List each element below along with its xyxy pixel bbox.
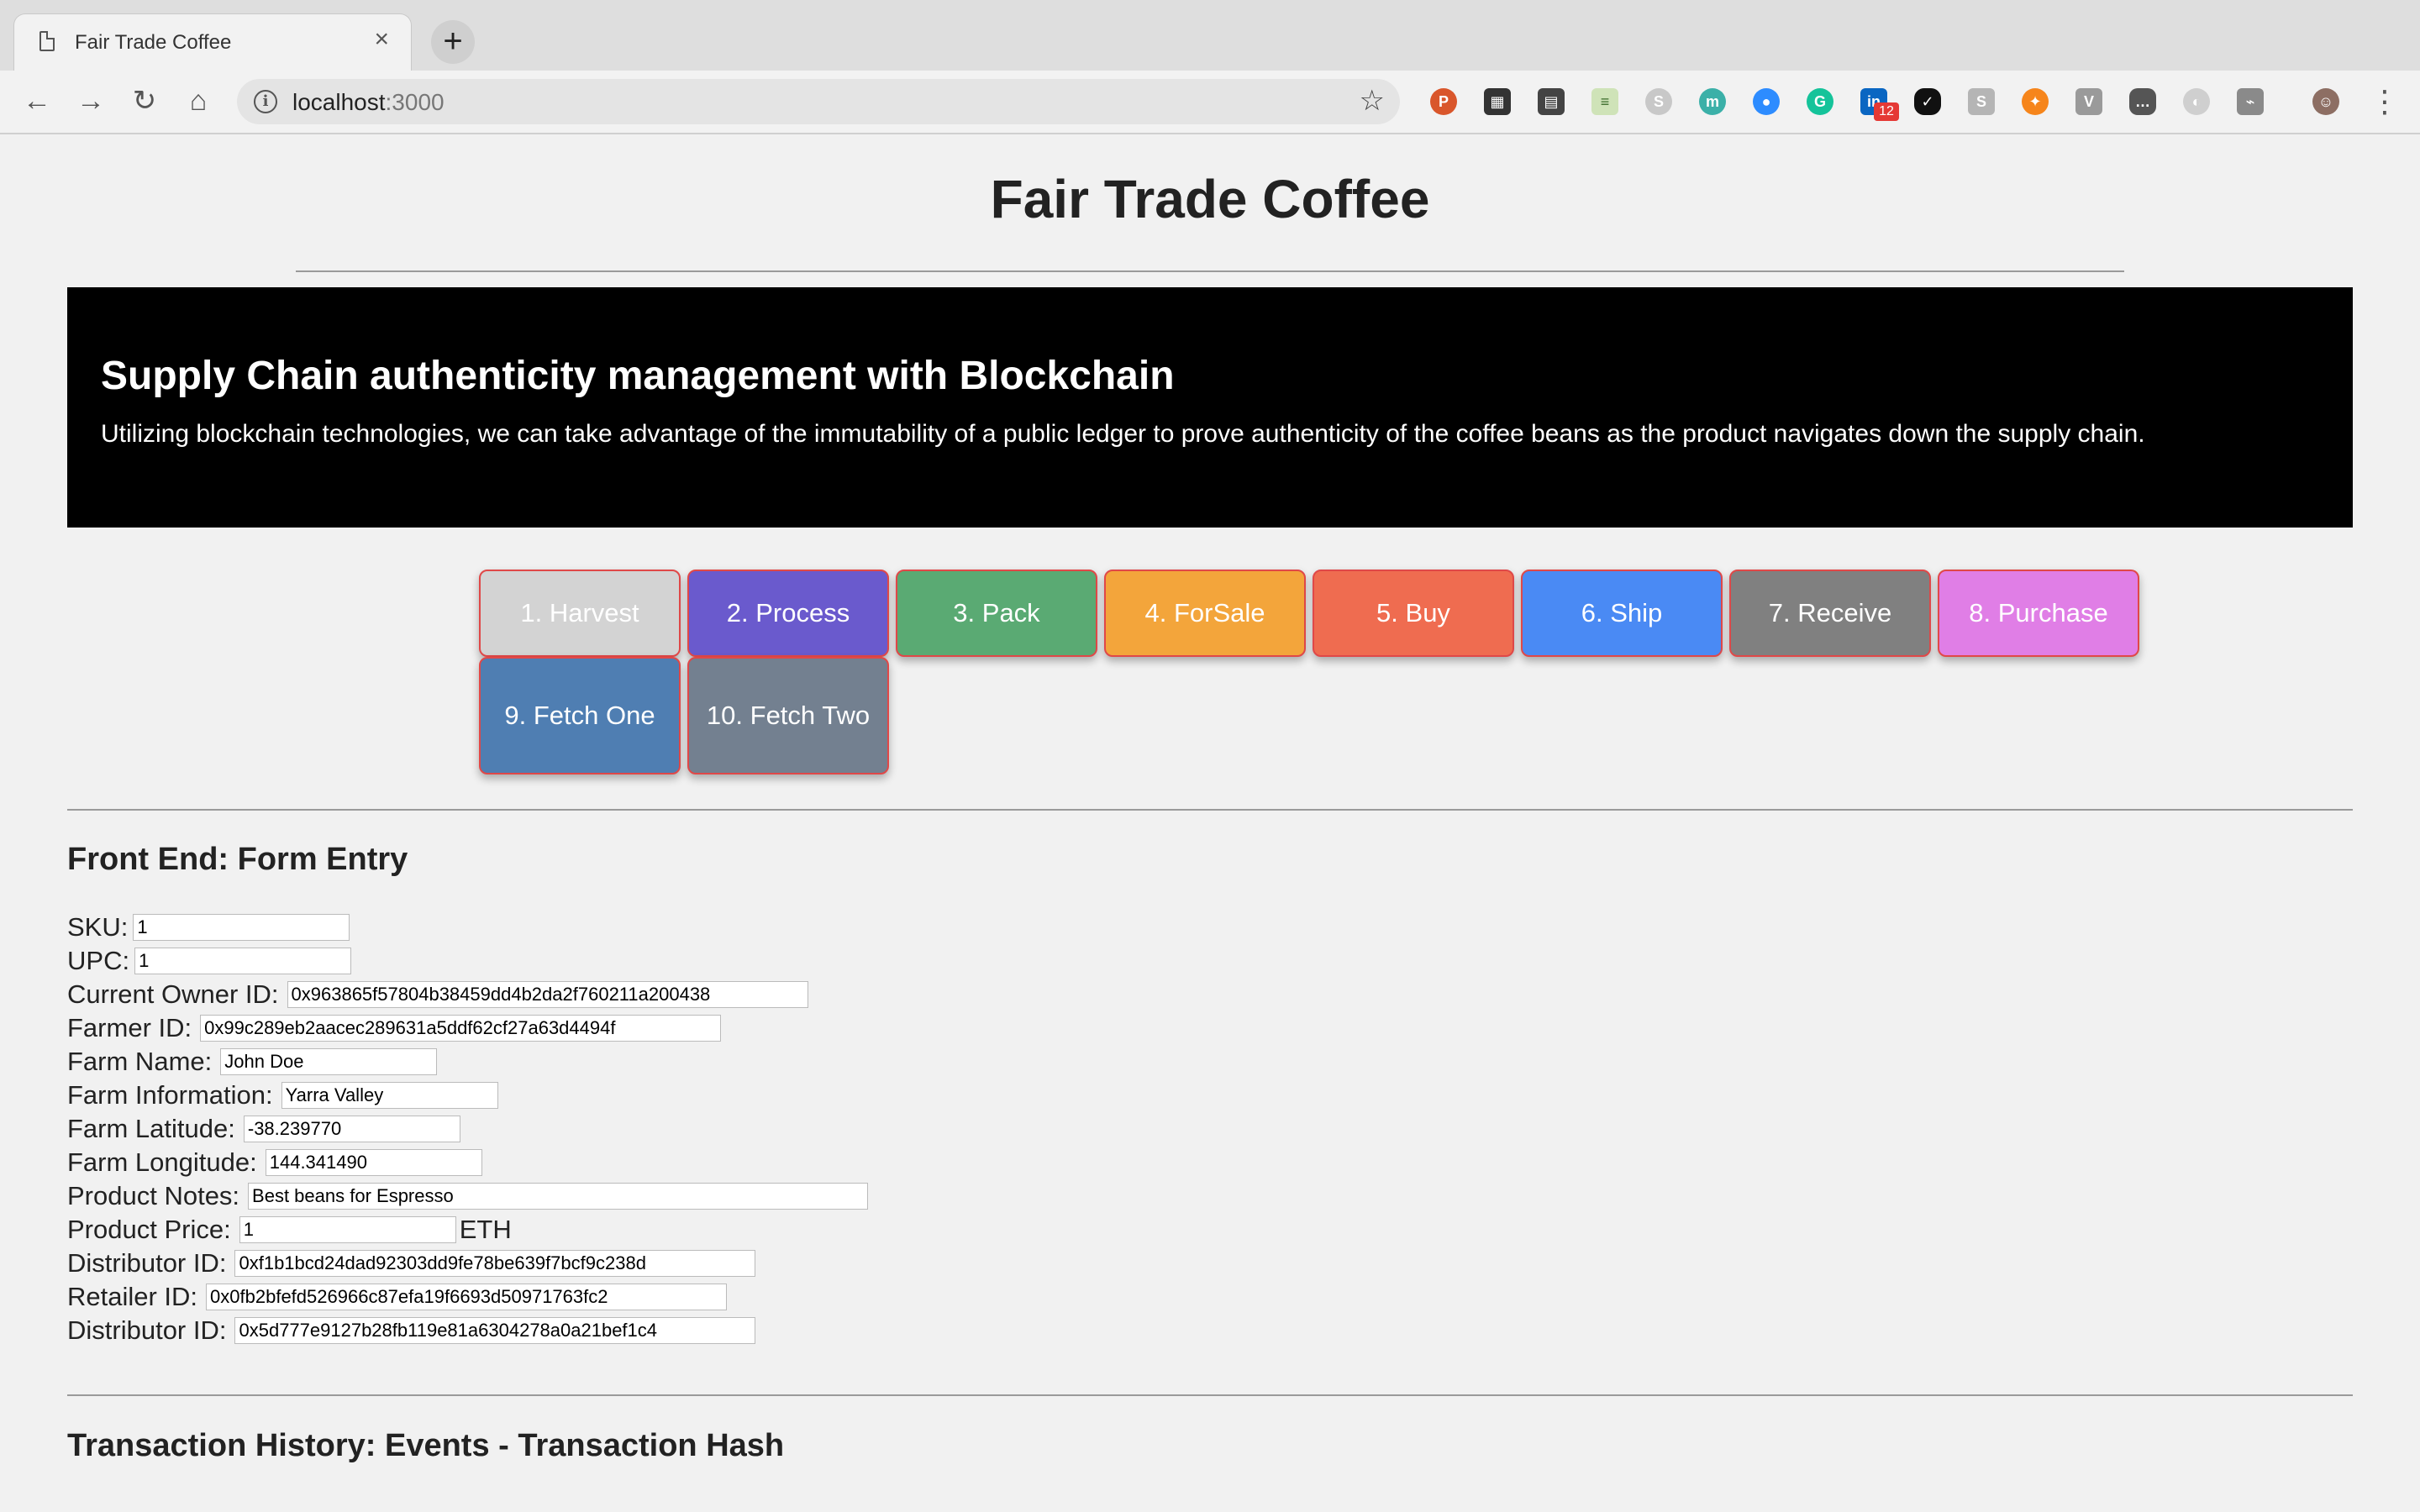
browser-tab-strip: Fair Trade Coffee × + (0, 0, 2420, 71)
extension-m-icon[interactable]: m (1699, 88, 1726, 115)
extension-metamask-icon[interactable]: ✦ (2022, 88, 2049, 115)
extension-tag-icon[interactable]: ⌁ (2237, 88, 2264, 115)
sku-input[interactable] (133, 914, 350, 941)
farm-latitude-row: Farm Latitude: (67, 1112, 460, 1146)
sku-label: SKU: (67, 912, 129, 942)
form-heading: Front End: Form Entry (67, 842, 408, 877)
purchase-button[interactable]: 8. Purchase (1938, 570, 2139, 657)
new-tab-button[interactable]: + (431, 20, 475, 64)
product-notes-row: Product Notes: (67, 1179, 869, 1213)
farm-latitude-input[interactable] (243, 1116, 460, 1142)
extension-badge: 12 (1874, 102, 1899, 121)
farmer-id-row: Farmer ID: (67, 1011, 722, 1045)
consumer-id-input[interactable] (234, 1317, 756, 1344)
form-divider (67, 809, 2353, 811)
farm-info-input[interactable] (281, 1082, 498, 1109)
profile-avatar[interactable]: ☺ (2312, 88, 2339, 115)
consumer-id-row: Distributor ID: (67, 1314, 756, 1347)
farm-info-row: Farm Information: (67, 1079, 498, 1112)
forsale-button[interactable]: 4. ForSale (1104, 570, 1306, 657)
farm-longitude-row: Farm Longitude: (67, 1146, 482, 1179)
process-button[interactable]: 2. Process (687, 570, 889, 657)
distributor-id-row: Distributor ID: (67, 1247, 756, 1280)
upc-row: UPC: (67, 944, 352, 978)
reload-icon[interactable]: ↻ (124, 81, 165, 121)
extension-s-square-icon[interactable]: S (1968, 88, 1995, 115)
home-icon[interactable]: ⌂ (178, 81, 218, 121)
product-price-input[interactable] (239, 1216, 456, 1243)
banner-heading: Supply Chain authenticity management wit… (101, 354, 1175, 398)
product-price-label: Product Price: (67, 1215, 231, 1244)
extension-zoom-icon[interactable]: ● (1753, 88, 1780, 115)
history-divider (67, 1394, 2353, 1396)
address-bar[interactable]: i localhost:3000 ☆ (237, 79, 1400, 124)
back-arrow-icon[interactable]: ← (17, 81, 57, 121)
product-notes-input[interactable] (248, 1183, 869, 1210)
sku-row: SKU: (67, 911, 350, 944)
extension-shield-icon[interactable]: ✓ (1914, 88, 1941, 115)
extension-p-icon[interactable]: P (1430, 88, 1457, 115)
extension-sheet-icon[interactable]: ≡ (1591, 88, 1618, 115)
consumer-id-label: Distributor ID: (67, 1315, 227, 1345)
product-price-row: Product Price: ETH (67, 1213, 512, 1247)
forward-arrow-icon[interactable]: → (71, 81, 111, 121)
url-host: localhost (292, 89, 386, 115)
harvest-button[interactable]: 1. Harvest (479, 570, 681, 657)
title-divider (296, 270, 2124, 272)
page-content: Fair Trade Coffee Supply Chain authentic… (0, 134, 2420, 1512)
retailer-id-input[interactable] (206, 1284, 728, 1310)
farm-name-label: Farm Name: (67, 1047, 213, 1076)
fetch-two-button[interactable]: 10. Fetch Two (687, 657, 889, 774)
extension-printer-icon[interactable]: ▤ (1538, 88, 1565, 115)
extension-grid-icon[interactable]: ▦ (1484, 88, 1511, 115)
retailer-id-label: Retailer ID: (67, 1282, 198, 1311)
hero-banner: Supply Chain authenticity management wit… (67, 287, 2353, 528)
farm-name-input[interactable] (220, 1048, 438, 1075)
owner-id-label: Current Owner ID: (67, 979, 279, 1009)
retailer-id-row: Retailer ID: (67, 1280, 728, 1314)
document-icon (39, 31, 55, 51)
farmer-id-label: Farmer ID: (67, 1013, 192, 1042)
extension-grammarly-icon[interactable]: G (1807, 88, 1833, 115)
price-unit: ETH (459, 1215, 512, 1244)
browser-tab[interactable]: Fair Trade Coffee × (13, 13, 412, 71)
upc-input[interactable] (134, 948, 352, 974)
extension-v-icon[interactable]: V (2075, 88, 2102, 115)
farmer-id-input[interactable] (200, 1015, 722, 1042)
ship-button[interactable]: 6. Ship (1521, 570, 1723, 657)
receive-button[interactable]: 7. Receive (1729, 570, 1931, 657)
farm-latitude-label: Farm Latitude: (67, 1114, 235, 1143)
farm-longitude-label: Farm Longitude: (67, 1147, 257, 1177)
extension-leaf-icon[interactable]: ◐ (2183, 88, 2210, 115)
pack-button[interactable]: 3. Pack (896, 570, 1097, 657)
info-icon[interactable]: i (254, 90, 277, 113)
distributor-id-input[interactable] (234, 1250, 756, 1277)
tab-title: Fair Trade Coffee (75, 31, 232, 54)
close-icon[interactable]: × (374, 27, 389, 52)
history-heading: Transaction History: Events - Transactio… (67, 1428, 785, 1463)
buy-button[interactable]: 5. Buy (1313, 570, 1514, 657)
owner-id-input[interactable] (287, 981, 808, 1008)
owner-id-row: Current Owner ID: (67, 978, 808, 1011)
url-port: :3000 (385, 89, 445, 115)
extension-chat-icon[interactable]: … (2129, 88, 2156, 115)
url-text: localhost:3000 (292, 89, 445, 116)
distributor-id-label: Distributor ID: (67, 1248, 227, 1278)
bookmark-star-icon[interactable]: ☆ (1360, 84, 1385, 118)
product-notes-label: Product Notes: (67, 1181, 240, 1210)
page-title: Fair Trade Coffee (990, 169, 1430, 229)
browser-toolbar: ← → ↻ ⌂ i localhost:3000 ☆ P ▦ ▤ ≡ S m ●… (0, 71, 2420, 134)
upc-label: UPC: (67, 946, 130, 975)
extension-s-circle-icon[interactable]: S (1645, 88, 1672, 115)
banner-text: Utilizing blockchain technologies, we ca… (101, 420, 2145, 448)
menu-dots-icon[interactable]: ⋮ (2370, 84, 2400, 119)
farm-info-label: Farm Information: (67, 1080, 273, 1110)
farm-name-row: Farm Name: (67, 1045, 438, 1079)
fetch-one-button[interactable]: 9. Fetch One (479, 657, 681, 774)
farm-longitude-input[interactable] (265, 1149, 482, 1176)
